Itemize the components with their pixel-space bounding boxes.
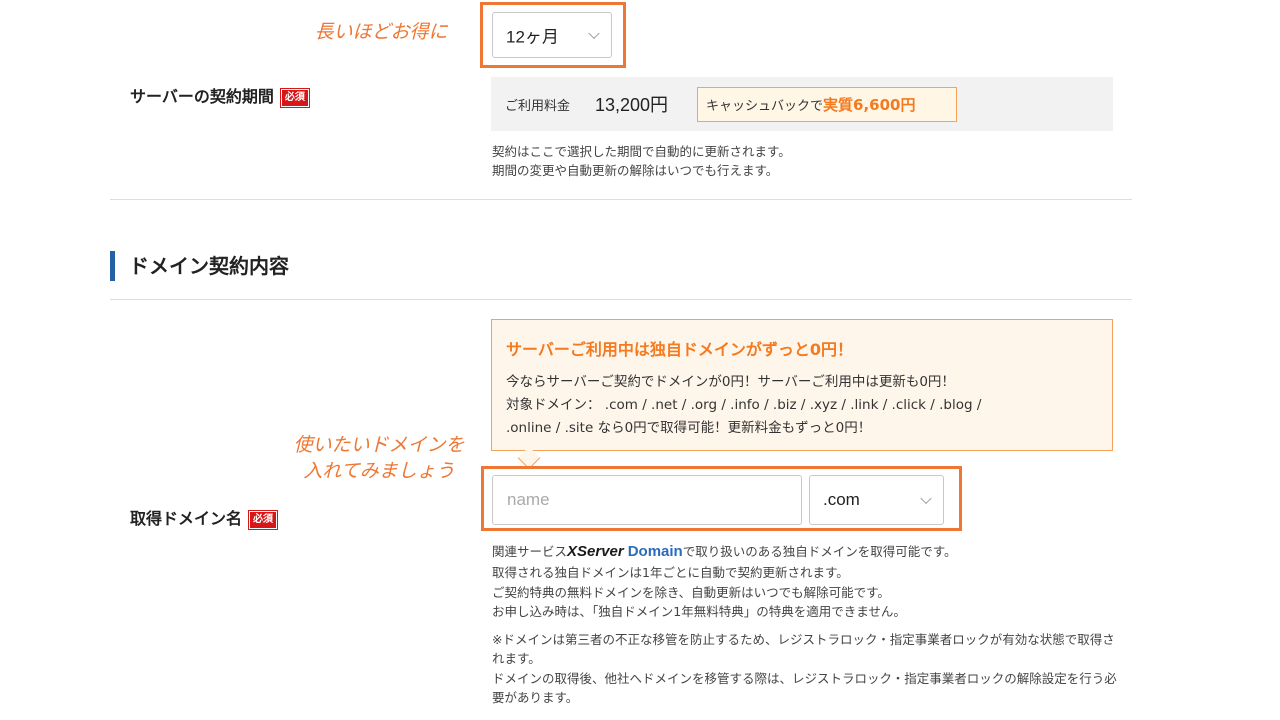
- promo-box: サーバーご利用中は独自ドメインがずっと0円！ 今ならサーバーご契約でドメインが0…: [491, 319, 1113, 451]
- promo-title: サーバーご利用中は独自ドメインがずっと0円！: [506, 340, 853, 359]
- fee-amount: 13,200円: [595, 95, 669, 115]
- fee-box: ご利用料金 13,200円 キャッシュバックで 実質6,600円: [491, 77, 1113, 131]
- required-badge: 必須: [248, 509, 279, 530]
- period-select[interactable]: 12ヶ月: [492, 12, 612, 58]
- annotation-domain-line: 入れてみましょう: [303, 459, 455, 482]
- section-title: ドメイン契約内容: [110, 251, 289, 281]
- domain-note-line: 関連サービスXServer Domainで取り扱いのある独自ドメインを取得可能で…: [492, 540, 957, 563]
- tld-select[interactable]: .com: [809, 475, 944, 525]
- promo-line: 今ならサーバーご契約でドメインが0円！サーバーご利用中は更新も0円！: [506, 374, 955, 390]
- domain-note-line: ご契約特典の無料ドメインを除き、自動更新はいつでも解除可能です。: [492, 584, 890, 600]
- cashback-highlight: 実質6,600円: [823, 96, 916, 114]
- period-note-line: 契約はここで選択した期間で自動的に更新されます。: [492, 144, 791, 159]
- domain-note-line: 取得される独自ドメインは1年ごとに自動で契約更新されます。: [492, 565, 849, 581]
- period-note-line: 期間の変更や自動更新の解除はいつでも行えます。: [492, 163, 779, 179]
- chevron-down-icon: [920, 492, 932, 505]
- domain-note: 関連サービスXServer Domainで取り扱いのある独自ドメインを取得可能で…: [492, 540, 957, 621]
- cashback-badge: キャッシュバックで 実質6,600円: [697, 87, 957, 122]
- server-period-label: サーバーの契約期間 必須: [130, 83, 310, 108]
- fee-label: ご利用料金: [505, 99, 571, 114]
- cashback-prefix: キャッシュバックで: [706, 99, 824, 114]
- promo-line: 対象ドメイン： .com / .net / .org / .info / .bi…: [506, 396, 982, 413]
- domain-warning-line: ※ドメインは第三者の不正な移管を防止するため、レジストラロック・指定事業者ロック…: [492, 632, 1115, 667]
- annotation-period-hint: 長いほどお得に: [314, 21, 448, 43]
- promo-text: 今ならサーバーご契約でドメインが0円！サーバーご利用中は更新も0円！ 対象ドメイ…: [506, 371, 1102, 440]
- domain-note-prefix: 関連サービス: [492, 544, 568, 559]
- divider: [110, 199, 1132, 200]
- promo-line: .online / .site なら0円で取得可能！更新料金もずっと0円！: [506, 419, 872, 436]
- period-select-value: 12ヶ月: [506, 27, 559, 47]
- period-note: 契約はここで選択した期間で自動的に更新されます。 期間の変更や自動更新の解除はい…: [492, 142, 791, 181]
- domain-name-label: 取得ドメイン名 必須: [130, 505, 279, 530]
- domain-note-suffix: で取り扱いのある独自ドメインを取得可能です。: [682, 544, 957, 559]
- domain-brand-text: Domain: [627, 543, 683, 560]
- required-badge: 必須: [279, 87, 310, 108]
- chevron-down-icon: [588, 27, 600, 40]
- domain-name-label-text: 取得ドメイン名: [130, 509, 243, 528]
- server-period-label-text: サーバーの契約期間: [130, 87, 274, 106]
- domain-warning: ※ドメインは第三者の不正な移管を防止するため、レジストラロック・指定事業者ロック…: [492, 630, 1120, 708]
- divider: [110, 299, 1132, 300]
- xserver-brand-text: XServer: [567, 543, 624, 560]
- annotation-domain-hint: 使いたいドメインを 入れてみましょう: [286, 433, 472, 484]
- domain-name-input[interactable]: [492, 475, 802, 525]
- tld-select-value: .com: [823, 490, 860, 509]
- domain-warning-line: ドメインの取得後、他社へドメインを移管する際は、レジストラロック・指定事業者ロッ…: [492, 670, 1117, 706]
- domain-note-line: お申し込み時は、「独自ドメイン1年無料特典」の特典を適用できません。: [492, 604, 906, 619]
- annotation-domain-line: 使いたいドメインを: [293, 434, 465, 456]
